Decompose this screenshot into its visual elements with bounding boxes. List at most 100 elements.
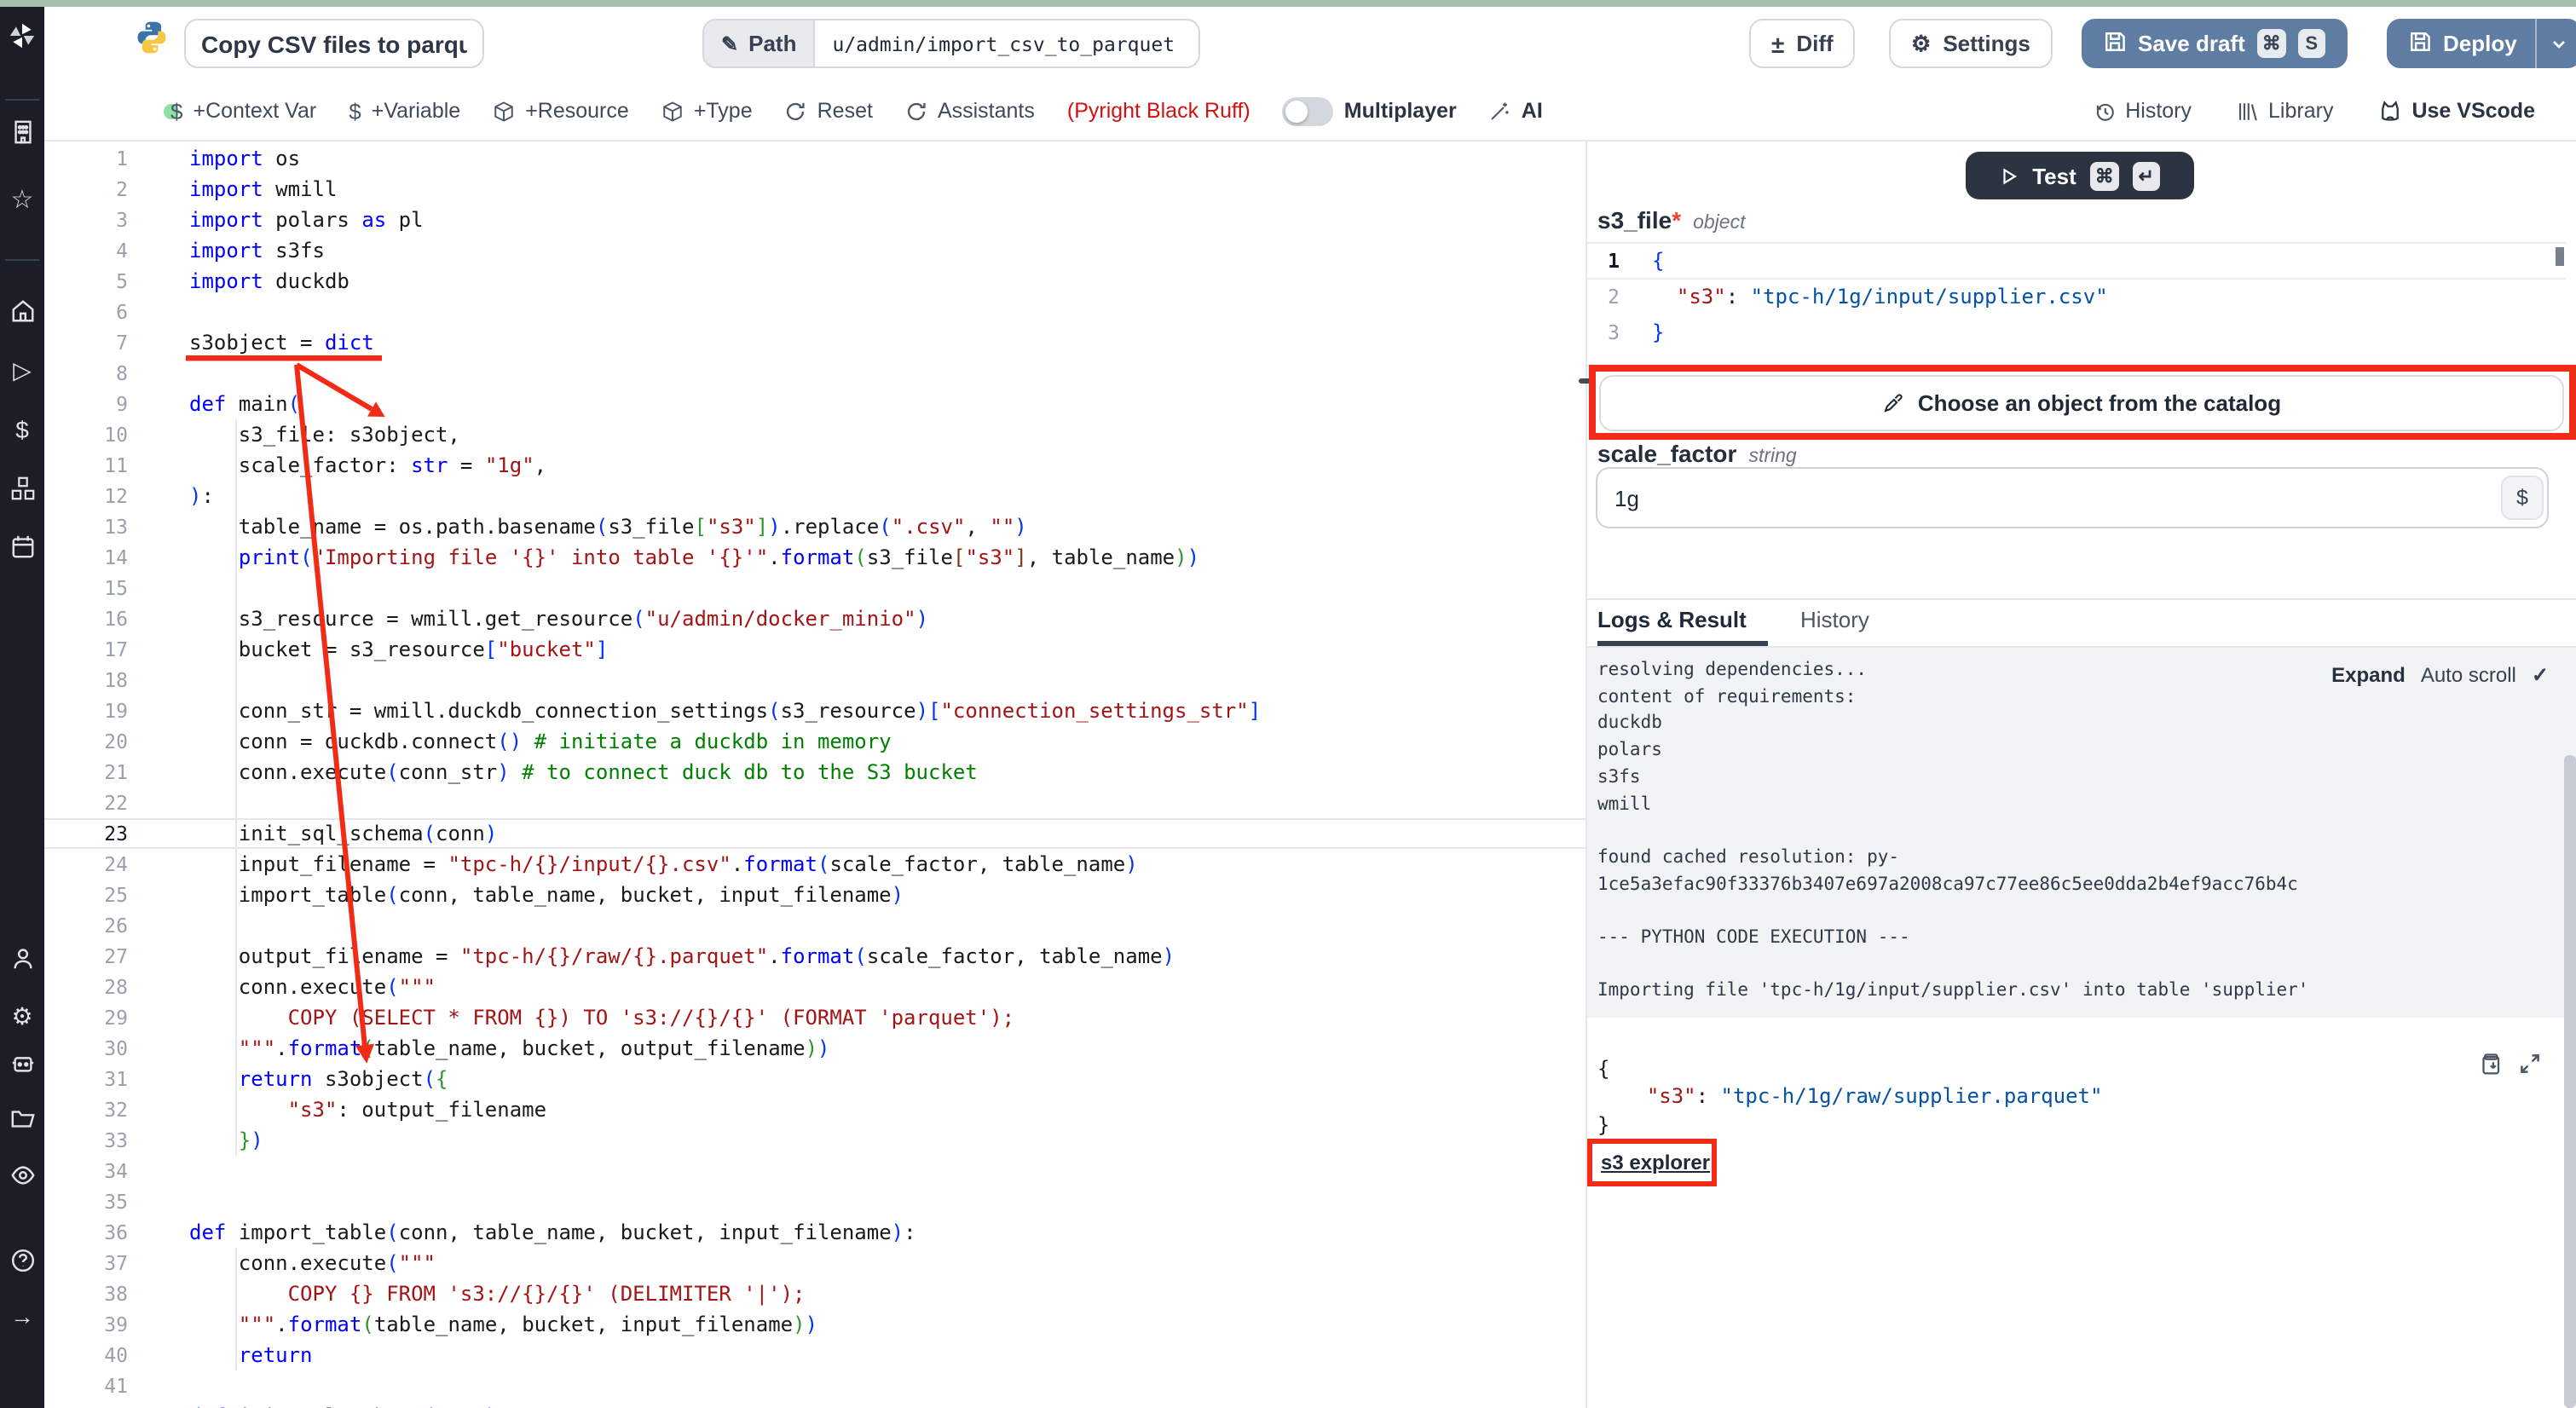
line-number: 23 [44,818,128,849]
code-line[interactable]: 16 s3_resource = wmill.get_resource("u/a… [44,603,1585,634]
deploy-button[interactable]: Deploy [2387,19,2576,68]
code-line[interactable]: 25 import_table(conn, table_name, bucket… [44,880,1585,910]
expand-logs-button[interactable]: Expand [2331,663,2406,687]
assistants-button[interactable]: Assistants [905,99,1035,123]
copy-result-icon[interactable] [2481,1052,2504,1084]
code-editor[interactable]: 1import os2import wmill3import polars as… [44,141,1585,1408]
code-line[interactable]: 3import polars as pl [44,205,1585,235]
vscode-button[interactable]: Use VScode [2377,99,2535,123]
code-line[interactable]: 15 [44,573,1585,603]
code-line[interactable]: 42def init_sql_schema(conn): [44,1401,1585,1408]
sidebar-item-runs[interactable]: ▷ [9,356,36,384]
code-line[interactable]: 9def main( [44,389,1585,419]
code-line[interactable]: 33 }) [44,1125,1585,1156]
code-line[interactable]: 11 scale_factor: str = "1g", [44,450,1585,481]
sidebar-item-settings[interactable]: ⚙ [9,1002,36,1030]
expand-result-icon[interactable] [2518,1052,2542,1084]
tab-logs-result[interactable]: Logs & Result [1597,607,1747,632]
sidebar-item-help[interactable] [9,1246,36,1273]
path-value: u/admin/import_csv_to_parquet [815,32,1192,55]
code-line[interactable]: 23 init_sql_schema(conn) [44,818,1585,849]
sidebar-item-resources[interactable] [9,474,36,501]
code-line[interactable]: 30 """.format(table_name, bucket, output… [44,1033,1585,1064]
code-line[interactable]: 40 return [44,1340,1585,1370]
json-line[interactable]: 2 "s3": "tpc-h/1g/input/supplier.csv" [1587,280,2566,315]
line-number: 36 [44,1217,128,1248]
code-line[interactable]: 36def import_table(conn, table_name, buc… [44,1217,1585,1248]
sidebar-item-favorites[interactable]: ☆ [9,186,36,213]
s3-file-json-editor[interactable]: 1{2 "s3": "tpc-h/1g/input/supplier.csv"3… [1587,242,2566,366]
sidebar-collapse-icon[interactable]: → [9,1302,36,1330]
code-line[interactable]: 21 conn.execute(conn_str) # to connect d… [44,757,1585,788]
add-variable-button[interactable]: $+Variable [349,98,460,124]
assistants-status[interactable]: (Pyright Black Ruff) [1067,99,1250,123]
sidebar-item-audit-logs[interactable] [9,1161,36,1188]
test-button[interactable]: Test ⌘ ↵ [1966,152,2194,199]
add-type-button[interactable]: +Type [661,99,753,123]
code-line[interactable]: 28 conn.execute(""" [44,972,1585,1002]
sidebar-item-home[interactable] [9,297,36,324]
sidebar-item-variables[interactable]: $ [9,416,36,443]
s3-explorer-link[interactable]: s3 explorer [1601,1151,1710,1174]
code-line[interactable]: 38 COPY {} FROM 's3://{}/{}' (DELIMITER … [44,1278,1585,1309]
settings-button[interactable]: ⚙Settings [1889,19,2053,68]
code-line[interactable]: 14 print("Importing file '{}' into table… [44,542,1585,573]
code-line[interactable]: 13 table_name = os.path.basename(s3_file… [44,511,1585,542]
code-line[interactable]: 20 conn = duckdb.connect() # initiate a … [44,726,1585,757]
code-line[interactable]: 24 input_filename = "tpc-h/{}/input/{}.c… [44,849,1585,880]
code-line[interactable]: 18 [44,665,1585,695]
add-resource-button[interactable]: +Resource [493,99,629,123]
code-line[interactable]: 37 conn.execute(""" [44,1248,1585,1278]
code-line[interactable]: 7s3object = dict [44,327,1585,358]
panel-scrollbar[interactable] [2564,755,2576,1408]
code-line[interactable]: 39 """.format(table_name, bucket, input_… [44,1309,1585,1340]
ai-button[interactable]: AI [1489,99,1543,123]
code-line[interactable]: 32 "s3": output_filename [44,1094,1585,1125]
tab-history[interactable]: History [1800,607,1869,632]
code-line[interactable]: 26 [44,910,1585,941]
choose-object-button[interactable]: Choose an object from the catalog [1599,375,2564,431]
code-line[interactable]: 5import duckdb [44,266,1585,297]
code-line[interactable]: 29 COPY (SELECT * FROM {}) TO 's3://{}/{… [44,1002,1585,1033]
log-line: --- PYTHON CODE EXECUTION --- [1597,926,2576,952]
sidebar-item-users[interactable] [9,944,36,972]
autoscroll-label[interactable]: Auto scroll [2421,663,2516,687]
code-line[interactable]: 4import s3fs [44,235,1585,266]
code-line[interactable]: 31 return s3object({ [44,1064,1585,1094]
sidebar-item-folders[interactable] [9,1105,36,1132]
script-title-input[interactable] [184,19,484,68]
sidebar-item-workspace[interactable] [9,118,36,145]
sidebar-item-schedules[interactable] [9,532,36,559]
path-field[interactable]: ✎Path u/admin/import_csv_to_parquet [702,19,1200,68]
variable-picker-button[interactable]: $ [2501,476,2544,520]
history-button[interactable]: History [2093,99,2192,123]
save-draft-button[interactable]: Save draft ⌘ S [2082,19,2348,68]
diff-button[interactable]: ±Diff [1749,19,1856,68]
code-line[interactable]: 41 [44,1370,1585,1401]
add-context-var-button[interactable]: $+Context Var [170,98,316,124]
code-line[interactable]: 8 [44,358,1585,389]
code-line[interactable]: 12): [44,481,1585,511]
code-line[interactable]: 2import wmill [44,174,1585,205]
chevron-down-icon[interactable] [2550,33,2570,54]
code-line[interactable]: 34 [44,1156,1585,1186]
code-line[interactable]: 10 s3_file: s3object, [44,419,1585,450]
library-button[interactable]: Library [2236,99,2333,123]
code-line[interactable]: 27 output_filename = "tpc-h/{}/raw/{}.pa… [44,941,1585,972]
code-line[interactable]: 35 [44,1186,1585,1217]
scale-factor-input[interactable] [1596,467,2549,528]
sidebar-item-workers[interactable] [9,1048,36,1076]
json-editor-scrollbar[interactable] [2556,247,2564,266]
code-line[interactable]: 1import os [44,143,1585,174]
reset-button[interactable]: Reset [785,99,873,123]
code-line[interactable]: 22 [44,788,1585,818]
line-number: 3 [1587,315,1620,351]
json-line[interactable]: 1{ [1587,244,2566,280]
code-line[interactable]: 6 [44,297,1585,327]
windmill-logo-icon[interactable] [9,22,36,49]
code-line[interactable]: 19 conn_str = wmill.duckdb_connection_se… [44,695,1585,726]
json-line[interactable]: 3} [1587,315,2566,351]
code-line[interactable]: 17 bucket = s3_resource["bucket"] [44,634,1585,665]
multiplayer-toggle[interactable] [1283,96,1334,125]
log-line [1597,899,2576,926]
